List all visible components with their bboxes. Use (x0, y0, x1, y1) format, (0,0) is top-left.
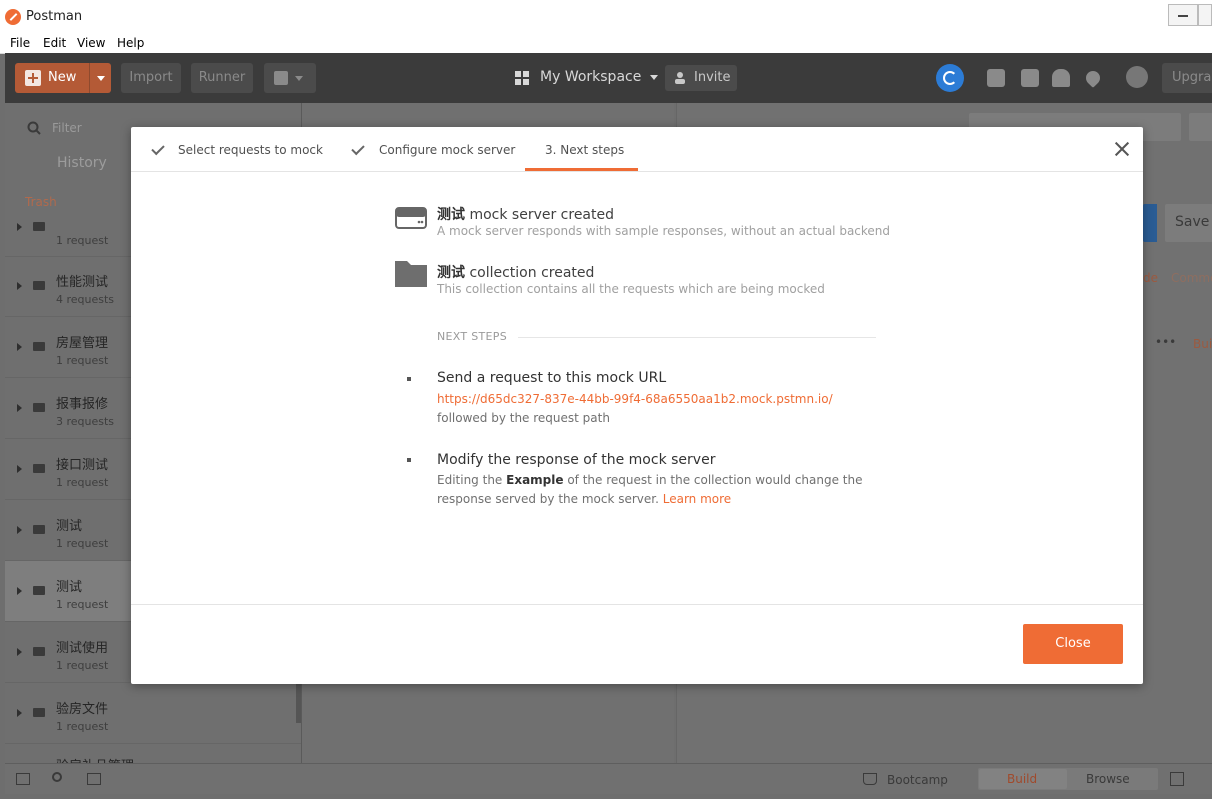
bootcamp-link[interactable]: Bootcamp (887, 773, 948, 787)
tab-configure-mock[interactable]: Configure mock server (379, 143, 515, 157)
step-send-request-body: https://d65dc327-837e-44bb-99f4-68a6550a… (437, 392, 833, 425)
menu-edit[interactable]: Edit (43, 36, 66, 50)
send-button[interactable] (1143, 204, 1157, 242)
folder-icon (33, 222, 45, 231)
sidebar-toggle-icon[interactable] (16, 773, 30, 785)
chevron-down-icon[interactable] (97, 76, 105, 81)
wizard-tabs: Select requests to mock Configure mock s… (131, 127, 1143, 172)
invite-button[interactable]: Invite (665, 65, 737, 91)
folder-icon (33, 586, 45, 595)
folder-icon (33, 647, 45, 656)
server-created-desc: A mock server responds with sample respo… (437, 224, 891, 238)
step-send-request-title: Send a request to this mock URL (437, 370, 667, 386)
console-icon[interactable] (87, 773, 101, 785)
more-icon[interactable]: ••• (1155, 335, 1176, 349)
menu-bar: File Edit View Help (0, 33, 1212, 54)
runner-button[interactable]: Runner (191, 63, 253, 93)
status-bar: Bootcamp Build Browse (5, 763, 1212, 794)
browse-mode-button[interactable]: Browse (1086, 772, 1130, 786)
postman-logo-icon (5, 9, 21, 25)
window-titlebar: Postman (0, 0, 1212, 33)
collection-created-desc: This collection contains all the request… (437, 282, 825, 296)
code-link[interactable]: de (1143, 271, 1158, 285)
next-steps-heading: NEXT STEPS (437, 330, 508, 343)
eye-icon[interactable] (1189, 113, 1212, 141)
tab-history[interactable]: History (57, 155, 107, 171)
new-window-button[interactable] (264, 63, 316, 93)
menu-view[interactable]: View (77, 36, 105, 50)
new-button[interactable]: New (15, 63, 111, 93)
bullet-icon (407, 377, 411, 381)
menu-file[interactable]: File (10, 36, 30, 50)
maximize-button[interactable] (1198, 4, 1212, 26)
folder-icon (33, 464, 45, 473)
import-button[interactable]: Import (121, 63, 181, 93)
satellite-icon[interactable] (987, 69, 1005, 87)
new-window-icon (274, 71, 288, 85)
folder-icon (395, 261, 427, 290)
app-header: New Import Runner My Workspace Invite Up… (5, 53, 1212, 103)
learn-more-link[interactable]: Learn more (663, 492, 731, 506)
search-icon (27, 121, 41, 135)
server-icon (395, 207, 427, 232)
step-modify-response-title: Modify the response of the mock server (437, 452, 716, 468)
folder-icon (33, 403, 45, 412)
build-link[interactable]: Bui (1193, 337, 1212, 351)
heart-icon[interactable] (1083, 68, 1103, 88)
tab-next-steps[interactable]: 3. Next steps (545, 143, 624, 157)
minimize-button[interactable] (1168, 4, 1198, 26)
folder-icon (33, 342, 45, 351)
list-item[interactable]: 验房礼品管理 (5, 744, 301, 763)
folder-icon (33, 708, 45, 717)
window-title: Postman (26, 9, 83, 24)
search-icon[interactable] (52, 772, 62, 782)
mock-url-link[interactable]: https://d65dc327-837e-44bb-99f4-68a6550a… (437, 392, 833, 406)
add-user-icon (675, 72, 685, 84)
list-item[interactable]: 验房文件 1 request (5, 683, 301, 744)
server-created-heading: 测试 mock server created (437, 207, 615, 223)
bootcamp-icon (863, 773, 877, 785)
bullet-icon (407, 458, 411, 462)
step-modify-response-body: Editing the Example of the request in th… (437, 473, 863, 506)
check-icon (351, 141, 365, 156)
close-button[interactable]: Close (1023, 624, 1123, 664)
layout-icon[interactable] (1170, 772, 1184, 786)
folder-icon (33, 525, 45, 534)
avatar[interactable] (1126, 66, 1148, 88)
menu-help[interactable]: Help (117, 36, 144, 50)
plus-icon (25, 70, 41, 86)
upgrade-button[interactable]: Upgra (1162, 63, 1212, 93)
mock-server-dialog: Select requests to mock Configure mock s… (131, 127, 1143, 684)
grid-icon (515, 71, 529, 85)
folder-icon (33, 281, 45, 290)
save-button[interactable]: Save (1165, 204, 1212, 242)
filter-input[interactable]: Filter (52, 121, 82, 135)
sync-icon[interactable] (936, 64, 964, 92)
bell-icon[interactable] (1052, 69, 1070, 87)
build-mode-button[interactable]: Build (1007, 772, 1037, 786)
check-icon (151, 141, 165, 156)
close-icon[interactable] (1113, 140, 1131, 158)
collection-created-heading: 测试 collection created (437, 265, 595, 281)
sidebar-scrollbar[interactable] (296, 683, 301, 723)
comments-link[interactable]: Comme (1171, 271, 1212, 285)
wrench-icon[interactable] (1021, 69, 1039, 87)
tab-select-requests[interactable]: Select requests to mock (178, 143, 323, 157)
